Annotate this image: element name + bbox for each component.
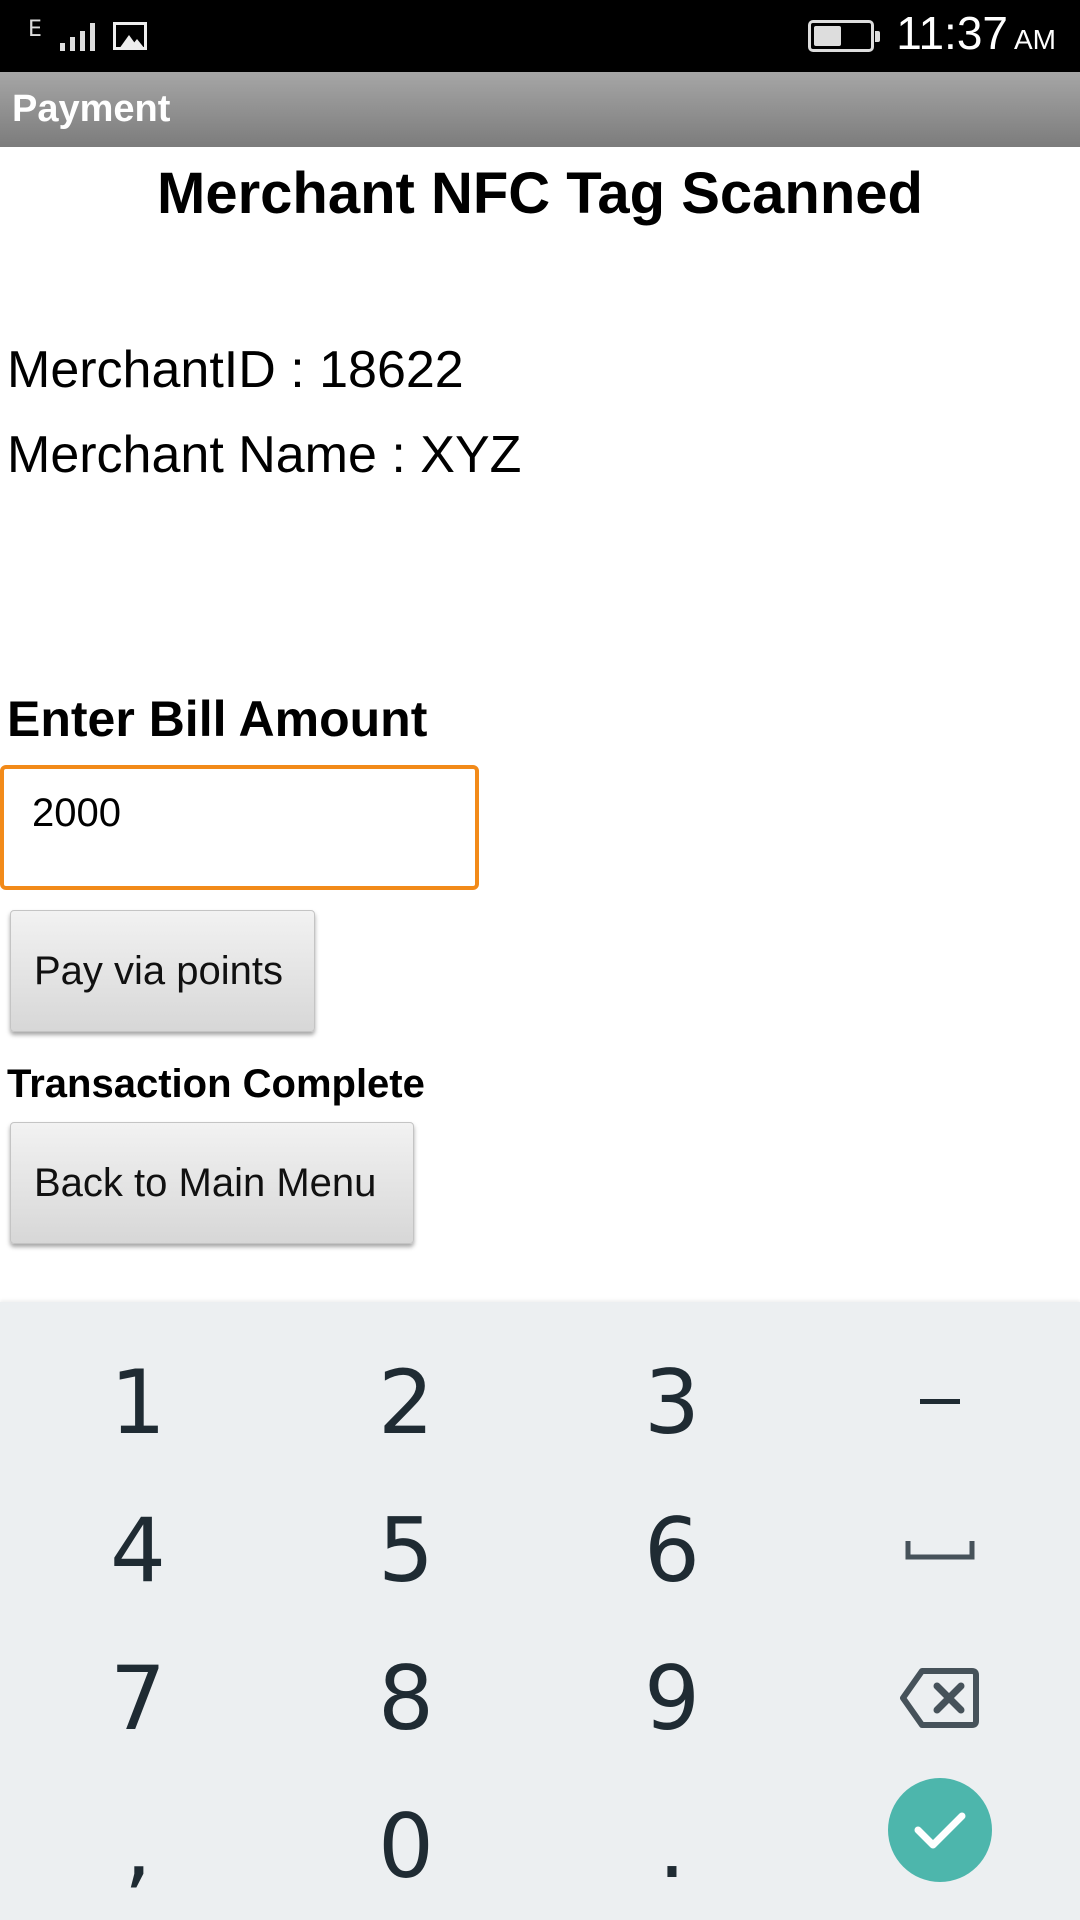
clock-time: 11:37 xyxy=(896,7,1008,59)
transaction-status-text: Transaction Complete xyxy=(7,1062,425,1106)
status-icons-left: E xyxy=(28,14,147,58)
network-type-indicator: E xyxy=(28,17,42,42)
image-notification-icon xyxy=(112,22,147,50)
merchant-id-text: MerchantID : 18622 xyxy=(7,341,464,399)
key-3[interactable]: 3 xyxy=(572,1332,772,1472)
pay-via-points-button[interactable]: Pay via points xyxy=(10,910,315,1032)
key-1[interactable]: 1 xyxy=(38,1332,238,1472)
key-space[interactable] xyxy=(840,1480,1040,1620)
key-0[interactable]: 0 xyxy=(306,1776,506,1916)
bill-amount-input[interactable] xyxy=(0,765,479,890)
key-2[interactable]: 2 xyxy=(306,1332,506,1472)
bill-amount-label: Enter Bill Amount xyxy=(7,691,428,747)
page-heading: Merchant NFC Tag Scanned xyxy=(157,161,923,226)
key-5[interactable]: 5 xyxy=(306,1480,506,1620)
enter-button[interactable] xyxy=(888,1778,992,1882)
battery-icon xyxy=(808,20,880,52)
key-minus[interactable] xyxy=(840,1332,1040,1472)
key-period[interactable]: . xyxy=(572,1776,772,1916)
app-title: Payment xyxy=(12,88,171,130)
app-title-bar: Payment xyxy=(0,72,1080,147)
clock-ampm: AM xyxy=(1014,24,1056,55)
key-4[interactable]: 4 xyxy=(38,1480,238,1620)
backspace-icon xyxy=(900,1668,979,1728)
signal-strength-icon xyxy=(59,21,95,51)
key-backspace[interactable] xyxy=(840,1628,1040,1768)
key-8[interactable]: 8 xyxy=(306,1628,506,1768)
minus-icon xyxy=(920,1399,960,1404)
merchant-name-text: Merchant Name : XYZ xyxy=(7,426,522,484)
key-6[interactable]: 6 xyxy=(572,1480,772,1620)
space-icon xyxy=(905,1541,975,1560)
status-bar: E 11:37 AM xyxy=(0,0,1080,72)
key-9[interactable]: 9 xyxy=(572,1628,772,1768)
checkmark-icon xyxy=(914,1812,966,1849)
status-clock: 11:37 AM xyxy=(896,10,1056,56)
key-comma[interactable]: , xyxy=(38,1776,238,1916)
back-to-main-menu-button[interactable]: Back to Main Menu xyxy=(10,1122,414,1244)
battery-level-fill xyxy=(814,26,841,46)
key-7[interactable]: 7 xyxy=(38,1628,238,1768)
